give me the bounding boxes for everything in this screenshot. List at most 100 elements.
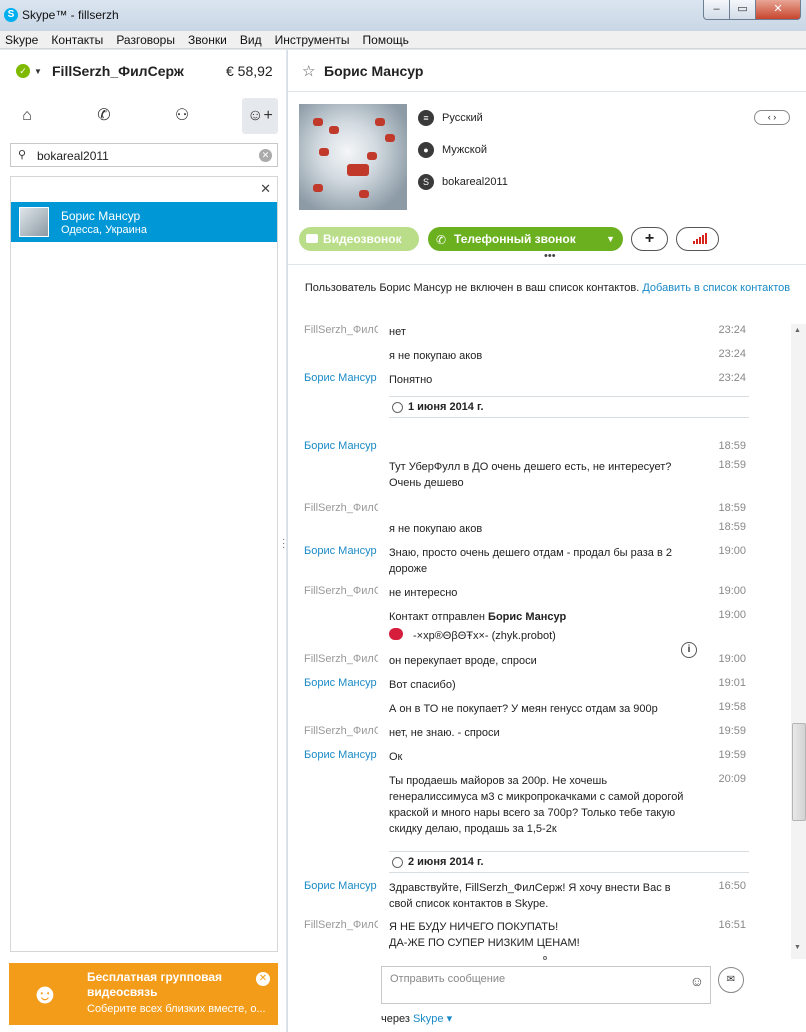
add-to-contacts-link[interactable]: Добавить в список контактов (642, 282, 790, 294)
left-panel: ✓ ▼ FillSerzh_ФилСерж € 58,92 ⌂ ✆ ⚇ ☺+ ⚲… (0, 50, 286, 1032)
clock-icon (392, 402, 403, 413)
maximize-button[interactable]: ▭ (729, 0, 756, 20)
message-input[interactable]: Отправить сообщение ☺ (381, 966, 711, 1004)
message-text: Контакт отправлен Борис Мансур -×хр®ΘβΘŦх… (389, 609, 697, 658)
message-time: 19:59 (718, 725, 746, 737)
contact-title: Борис Мансур (324, 63, 424, 79)
divider (288, 264, 806, 265)
clear-search-icon[interactable]: ✕ (259, 149, 272, 162)
message-time: 18:59 (718, 459, 746, 471)
chat-scrollbar-thumb[interactable] (792, 723, 806, 821)
menu-calls[interactable]: Звонки (183, 31, 232, 49)
account-name[interactable]: FillSerzh_ФилСерж (52, 63, 184, 79)
video-call-button[interactable]: Видеозвонок (299, 227, 419, 251)
message-sender[interactable]: FillSerzh_ФилСерж (304, 653, 378, 665)
message-time: 18:59 (718, 502, 746, 514)
message-time: 19:00 (718, 585, 746, 597)
message-sender[interactable]: FillSerzh_ФилСерж (304, 502, 378, 514)
contact-card-icon (389, 628, 403, 640)
minimize-button[interactable]: – (703, 0, 730, 20)
emoticon-icon[interactable]: ☺ (690, 973, 704, 989)
profile-pager[interactable]: ‹ › (754, 110, 790, 125)
menu-help[interactable]: Помощь (358, 31, 414, 49)
home-button[interactable]: ⌂ (9, 98, 45, 134)
menu-skype[interactable]: Skype (0, 31, 43, 49)
message-sender[interactable]: Борис Мансур (304, 749, 378, 761)
window-title: Skype™ - fillserzh (22, 8, 119, 22)
language-icon: ≡ (418, 110, 434, 126)
online-status-icon[interactable]: ✓ (16, 64, 30, 78)
close-window-button[interactable]: ✕ (755, 0, 801, 20)
menu-contacts[interactable]: Контакты (46, 31, 108, 49)
menu-conversations[interactable]: Разговоры (111, 31, 180, 49)
message-text: нет (389, 326, 406, 338)
message-text: нет, не знаю. - спроси (389, 727, 500, 739)
skype-id-value: bokareal2011 (442, 176, 508, 188)
message-time: 16:51 (718, 919, 746, 931)
skype-logo-icon: S (4, 8, 18, 22)
send-icon: ✉ (726, 974, 736, 985)
contact-card[interactable]: -×хр®ΘβΘŦх×- (zhyk.probot) i (389, 628, 697, 658)
add-contact-icon: ☺+ (247, 107, 273, 124)
call-quality-button[interactable] (676, 227, 719, 251)
chat-history: FillSerzh_ФилСерж нет 23:24 я не покупаю ак… (288, 324, 791, 959)
message-sender[interactable]: FillSerzh_ФилСерж (304, 585, 378, 597)
chevron-down-icon[interactable]: ▼ (606, 227, 615, 251)
menu-bar: Skype Контакты Разговоры Звонки Вид Инст… (0, 31, 806, 49)
add-participants-button[interactable]: + (631, 227, 668, 251)
phone-icon: ✆ (97, 107, 111, 124)
profile-gender: ● Мужской (418, 142, 718, 160)
result-location: Одесса, Украина (61, 224, 147, 236)
message-sender[interactable]: Борис Мансур (304, 372, 378, 384)
group-video-promo[interactable]: ☻ Бесплатная групповая видеосвязь Собери… (9, 963, 278, 1025)
message-time: 20:09 (718, 773, 746, 785)
message-text: Вот спасибо) (389, 679, 456, 691)
panel-splitter[interactable]: · · · (282, 535, 286, 553)
video-icon (306, 234, 318, 243)
group-chat-button[interactable]: ⚇ (164, 98, 200, 134)
skype-window: S Skype™ - fillserzh – ▭ ✕ Skype Контакт… (0, 0, 806, 1032)
favorite-star-icon[interactable]: ☆ (302, 62, 315, 80)
not-in-contacts-notice: Пользователь Борис Мансур не включен в в… (288, 280, 806, 296)
message-text: Понятно (389, 374, 433, 386)
phone-call-label: Телефонный звонок (454, 232, 576, 246)
add-contact-button[interactable]: ☺+ (242, 98, 278, 134)
scroll-down-icon[interactable]: ▼ (794, 944, 801, 951)
menu-tools[interactable]: Инструменты (270, 31, 355, 49)
status-dropdown-icon[interactable]: ▼ (34, 67, 42, 76)
message-sender[interactable]: Борис Мансур (304, 545, 378, 557)
account-balance[interactable]: € 58,92 (226, 63, 273, 79)
via-service-selector[interactable]: Skype (413, 1013, 444, 1025)
menu-view[interactable]: Вид (235, 31, 267, 49)
more-dots[interactable]: ••• (544, 250, 556, 262)
message-sender[interactable]: FillSerzh_ФилСерж (304, 725, 378, 737)
new-messages-indicator (543, 956, 547, 960)
message-time: 19:01 (718, 677, 746, 689)
profile-skype-id: S bokareal2011 (418, 174, 718, 192)
close-results-icon[interactable]: ✕ (260, 181, 271, 197)
phone-call-button[interactable]: ✆ Телефонный звонок ▼ (428, 227, 623, 251)
message-time: 16:50 (718, 880, 746, 892)
message-text: не интересно (389, 587, 458, 599)
date-separator: 2 июня 2014 г. (389, 851, 749, 873)
date-label: 1 июня 2014 г. (408, 401, 484, 413)
message-text: я не покупаю аков (389, 523, 483, 535)
close-promo-icon[interactable]: ✕ (256, 972, 270, 986)
message-text: А он в ТО не покупает? У меян генусс отд… (389, 703, 658, 715)
chevron-down-icon[interactable]: ▾ (447, 1013, 453, 1025)
send-button[interactable]: ✉ (718, 967, 744, 993)
search-value: bokareal2011 (37, 149, 109, 163)
search-results: ✕ Борис Мансур Одесса, Украина (10, 176, 278, 952)
message-sender[interactable]: FillSerzh_ФилСерж (304, 324, 378, 336)
message-sender[interactable]: FillSerzh_ФилСерж (304, 919, 378, 931)
contact-search-input[interactable]: ⚲ bokareal2011 ✕ (10, 143, 278, 167)
scroll-up-icon[interactable]: ▲ (794, 327, 801, 334)
message-time: 18:59 (718, 521, 746, 533)
chat-scrollbar[interactable] (791, 324, 806, 959)
message-sender[interactable]: Борис Мансур (304, 677, 378, 689)
call-phones-button[interactable]: ✆ (86, 98, 122, 134)
avatar (19, 207, 49, 237)
message-sender[interactable]: Борис Мансур (304, 880, 378, 892)
result-item[interactable]: Борис Мансур Одесса, Украина (11, 202, 277, 242)
message-sender[interactable]: Борис Мансур (304, 440, 378, 452)
